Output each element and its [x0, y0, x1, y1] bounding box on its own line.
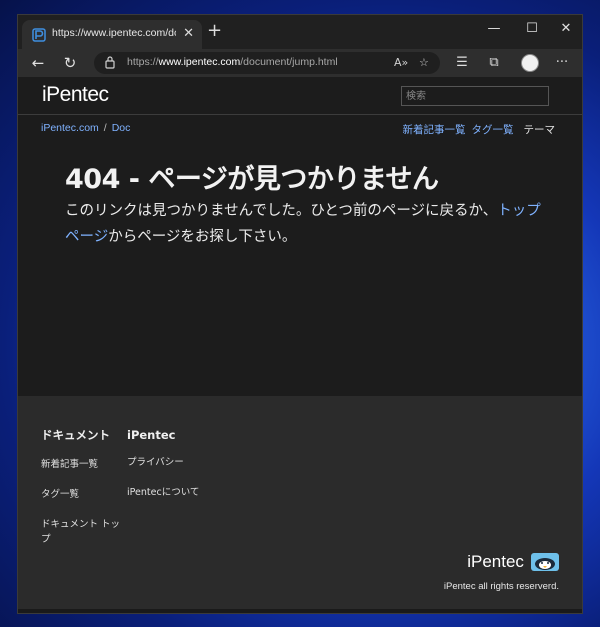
- footer-logo-area: iPentec: [467, 551, 559, 572]
- page-bottom-bar: [18, 609, 582, 613]
- web-page: iPentec iPentec.com/Doc 新着記事一覧タグ一覧テーマ 40…: [18, 77, 582, 613]
- page-title: 404 - ページが見つかりません: [65, 164, 439, 195]
- tab-title: https://www.ipentec.com/document: [52, 27, 176, 39]
- search-input[interactable]: [401, 86, 549, 106]
- penguin-mascot-icon: [531, 552, 559, 571]
- breadcrumb-home[interactable]: iPentec.com: [41, 122, 99, 134]
- minimize-button[interactable]: —: [484, 21, 504, 36]
- footer-link-about[interactable]: iPentecについて: [127, 485, 199, 500]
- footer-documents-heading: ドキュメント: [41, 428, 110, 442]
- back-button[interactable]: ←: [27, 53, 49, 73]
- site-footer: ドキュメント 新着記事一覧 タグ一覧 ドキュメント トップ iPentec プラ…: [18, 396, 582, 613]
- site-header: iPentec: [18, 77, 582, 115]
- favorite-add-icon[interactable]: ☆: [419, 56, 429, 69]
- maximize-button[interactable]: ☐: [522, 21, 542, 36]
- footer-link-new-articles[interactable]: 新着記事一覧: [41, 457, 98, 472]
- tab-close-icon[interactable]: ✕: [183, 26, 194, 42]
- site-logo[interactable]: iPentec: [42, 83, 109, 107]
- nav-tags[interactable]: タグ一覧: [472, 124, 514, 136]
- collections-icon[interactable]: ⧉: [484, 54, 504, 72]
- browser-window: https://www.ipentec.com/document ✕ + — ☐…: [17, 14, 583, 614]
- error-message: このリンクは見つかりませんでした。ひとつ前のページに戻るか、トップページからペー…: [65, 198, 545, 250]
- footer-link-tags[interactable]: タグ一覧: [41, 487, 79, 502]
- footer-logo: iPentec: [467, 551, 524, 571]
- profile-avatar-icon[interactable]: [521, 54, 539, 72]
- tab-active[interactable]: https://www.ipentec.com/document ✕: [22, 20, 202, 49]
- lock-icon[interactable]: [105, 55, 115, 69]
- nav-theme[interactable]: テーマ: [524, 124, 556, 136]
- reload-button[interactable]: ↻: [59, 53, 81, 73]
- error-text-after: からページをお探し下さい。: [108, 229, 297, 245]
- copyright-text: iPentec all rights reserverd.: [443, 581, 559, 592]
- tab-strip: https://www.ipentec.com/document ✕ + — ☐…: [18, 15, 582, 49]
- breadcrumb: iPentec.com / Doc: [41, 122, 130, 134]
- url-text[interactable]: https://www.ipentec.com/document/jump.ht…: [127, 56, 338, 68]
- footer-ipentec-heading: iPentec: [127, 428, 176, 442]
- site-nav: 新着記事一覧 タグ一覧 テーマ: [397, 122, 556, 137]
- site-favicon-icon: [32, 28, 46, 42]
- footer-link-privacy[interactable]: プライバシー: [127, 455, 184, 470]
- breadcrumb-doc[interactable]: Doc: [112, 122, 131, 134]
- error-text-before: このリンクは見つかりませんでした。ひとつ前のページに戻るか、: [65, 203, 498, 219]
- close-window-button[interactable]: ✕: [556, 21, 576, 36]
- nav-new-articles[interactable]: 新着記事一覧: [403, 124, 466, 136]
- browser-toolbar: ← ↻ https://www.ipentec.com/document/jum…: [18, 49, 582, 77]
- address-bar[interactable]: https://www.ipentec.com/document/jump.ht…: [94, 52, 440, 74]
- more-icon[interactable]: ···: [552, 54, 572, 72]
- footer-link-document-top[interactable]: ドキュメント トップ: [41, 517, 121, 547]
- read-aloud-icon[interactable]: A»: [394, 56, 408, 69]
- new-tab-button[interactable]: +: [207, 21, 222, 41]
- favorites-icon[interactable]: ☰: [452, 54, 472, 72]
- breadcrumb-separator: /: [103, 122, 107, 134]
